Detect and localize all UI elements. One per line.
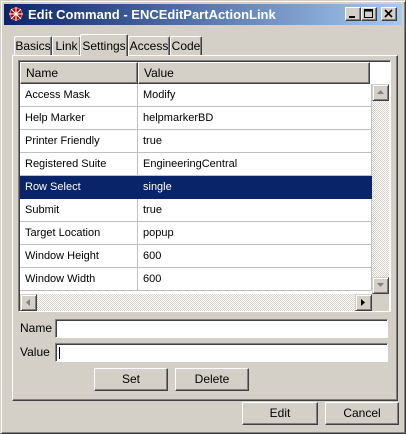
tab-link[interactable]: Link [52,36,81,55]
cancel-button[interactable]: Cancel [325,402,399,425]
row-value-cell: helpmarkerBD [138,107,372,130]
row-name-cell: Window Width [20,268,138,291]
text-caret [59,347,60,359]
scroll-right-icon [361,299,365,306]
row-value-cell: true [138,130,372,153]
maximize-button[interactable] [361,7,377,21]
row-value-cell: popup [138,222,372,245]
row-name-cell: Printer Friendly [20,130,138,153]
table-row-selected[interactable]: Row Select single [20,176,372,199]
column-header-value[interactable]: Value [138,62,370,84]
tab-code[interactable]: Code [170,36,202,55]
row-name-cell: Access Mask [20,84,138,107]
table-row[interactable]: Window Height 600 [20,245,372,268]
row-value-cell: single [138,176,372,199]
name-field[interactable] [55,319,388,338]
scroll-left-icon [26,299,30,306]
table-row[interactable]: Access Mask Modify [20,84,372,107]
value-field[interactable] [55,343,388,362]
row-value-cell: 600 [138,268,372,291]
tab-access[interactable]: Access [128,36,170,55]
row-name-cell: Help Marker [20,107,138,130]
scroll-left-button[interactable] [20,294,37,311]
edit-command-dialog: Edit Command - ENCEditPartActionLink Bas… [0,0,406,434]
table-row[interactable]: Registered Suite EngineeringCentral [20,153,372,176]
vertical-scrollbar[interactable] [372,84,389,294]
tab-basics[interactable]: Basics [14,36,52,55]
scroll-right-button[interactable] [355,294,372,311]
scroll-down-icon [377,283,384,287]
scroll-down-button[interactable] [372,277,389,294]
title-bar[interactable]: Edit Command - ENCEditPartActionLink [4,4,402,25]
name-label: Name [20,321,53,335]
edit-button[interactable]: Edit [242,402,318,425]
app-icon [9,7,23,21]
table-row[interactable]: Help Marker helpmarkerBD [20,107,372,130]
close-button[interactable] [381,7,397,21]
row-value-cell: Modify [138,84,372,107]
scroll-up-button[interactable] [372,84,389,101]
table-row[interactable]: Target Location popup [20,222,372,245]
maximize-icon [364,9,373,18]
row-name-cell: Row Select [20,176,138,199]
row-name-cell: Registered Suite [20,153,138,176]
minimize-icon [349,16,355,18]
delete-button[interactable]: Delete [175,368,249,391]
settings-table: Name Value Access Mask Modify Help Marke… [18,60,391,312]
close-icon [384,9,393,18]
row-name-cell: Window Height [20,245,138,268]
window-title: Edit Command - ENCEditPartActionLink [28,7,276,22]
scroll-corner [372,294,389,311]
scroll-up-icon [377,90,384,94]
row-value-cell: 600 [138,245,372,268]
minimize-button[interactable] [345,7,361,21]
set-button[interactable]: Set [94,368,168,391]
tab-settings[interactable]: Settings [80,34,128,56]
table-row[interactable]: Printer Friendly true [20,130,372,153]
table-row[interactable]: Window Width 600 [20,268,372,291]
column-header-name[interactable]: Name [20,62,138,84]
row-value-cell: true [138,199,372,222]
row-name-cell: Submit [20,199,138,222]
table-row[interactable]: Submit true [20,199,372,222]
row-value-cell: EngineeringCentral [138,153,372,176]
horizontal-scrollbar[interactable] [20,294,372,311]
value-label: Value [20,345,50,359]
row-name-cell: Target Location [20,222,138,245]
